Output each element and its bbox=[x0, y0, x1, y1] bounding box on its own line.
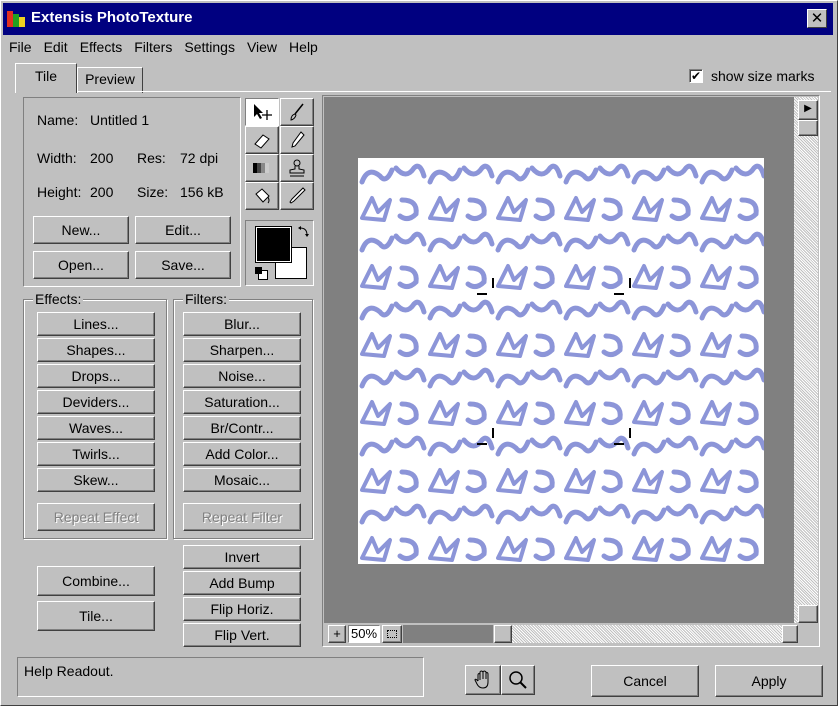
flip-vert-button[interactable]: Flip Vert. bbox=[183, 623, 301, 647]
filter-repeat-button[interactable]: Repeat Filter bbox=[183, 503, 301, 531]
flip-horiz-button[interactable]: Flip Horiz. bbox=[183, 597, 301, 621]
swap-icon[interactable] bbox=[297, 225, 311, 239]
hand-tool-button[interactable] bbox=[465, 665, 501, 695]
scroll-right-arrow[interactable]: ▶ bbox=[798, 100, 818, 120]
tab-preview[interactable]: Preview bbox=[77, 67, 143, 93]
size-marks bbox=[477, 278, 631, 445]
effect-button-lines[interactable]: Lines... bbox=[37, 312, 155, 336]
zoom-slider-track[interactable] bbox=[403, 625, 493, 643]
effect-button-skew[interactable]: Skew... bbox=[37, 468, 155, 492]
effect-button-drops[interactable]: Drops... bbox=[37, 364, 155, 388]
effect-repeat-button[interactable]: Repeat Effect bbox=[37, 503, 155, 531]
invert-button[interactable]: Invert bbox=[183, 545, 301, 569]
zoom-menu-icon bbox=[387, 630, 397, 638]
window-title: Extensis PhotoTexture bbox=[31, 9, 193, 26]
tab-tile[interactable]: Tile bbox=[15, 63, 77, 93]
menu-bar: File Edit Effects Filters Settings View Help bbox=[3, 37, 324, 61]
show-size-marks-checkbox[interactable]: ✔ bbox=[689, 69, 703, 83]
eyedropper-icon bbox=[289, 187, 306, 204]
gradient-icon bbox=[253, 163, 269, 173]
title-bar[interactable]: Extensis PhotoTexture ✕ bbox=[3, 3, 833, 35]
filters-title: Filters: bbox=[183, 291, 229, 307]
tool-pencil[interactable] bbox=[280, 126, 314, 154]
combine-button[interactable]: Combine... bbox=[37, 566, 155, 596]
help-readout-box: Help Readout. bbox=[17, 657, 424, 697]
apply-button[interactable]: Apply bbox=[715, 665, 823, 697]
tile-button[interactable]: Tile... bbox=[37, 601, 155, 631]
hscroll-right-button[interactable] bbox=[782, 625, 798, 643]
edit-button[interactable]: Edit... bbox=[135, 216, 231, 244]
scroll-up-button[interactable] bbox=[798, 120, 818, 136]
new-button[interactable]: New... bbox=[33, 216, 129, 244]
tool-eraser[interactable] bbox=[245, 126, 279, 154]
menu-settings[interactable]: Settings bbox=[178, 37, 241, 55]
vertical-scrollbar[interactable] bbox=[794, 97, 818, 623]
tool-gradient[interactable] bbox=[245, 154, 279, 182]
open-button[interactable]: Open... bbox=[33, 251, 129, 279]
close-button[interactable]: ✕ bbox=[807, 9, 827, 28]
zoom-icon bbox=[509, 671, 527, 689]
effect-button-twirls[interactable]: Twirls... bbox=[37, 442, 155, 466]
zoom-menu-button[interactable] bbox=[382, 625, 402, 643]
res-value: 72 dpi bbox=[180, 150, 219, 166]
tool-eyedropper[interactable] bbox=[280, 182, 314, 210]
zoom-value: 50% bbox=[348, 625, 380, 643]
name-value: Untitled 1 bbox=[90, 112, 150, 128]
close-icon: ✕ bbox=[810, 10, 824, 27]
app-logo-icon bbox=[7, 11, 25, 27]
eraser-icon bbox=[254, 134, 270, 149]
res-label: Res: bbox=[137, 150, 166, 166]
default-colors-icon[interactable] bbox=[255, 267, 268, 280]
help-readout-text: Help Readout. bbox=[24, 663, 114, 679]
bucket-icon bbox=[255, 188, 270, 204]
zoom-in-button[interactable]: + bbox=[328, 625, 346, 643]
hscroll-thumb[interactable] bbox=[494, 625, 512, 643]
triangle-right-icon: ▶ bbox=[804, 103, 812, 114]
filter-button-br-contr[interactable]: Br/Contr... bbox=[183, 416, 301, 440]
menu-file[interactable]: File bbox=[3, 37, 38, 55]
scroll-down-button[interactable] bbox=[798, 605, 818, 623]
height-label: Height: bbox=[37, 184, 82, 200]
brush-icon bbox=[290, 103, 304, 121]
cancel-button[interactable]: Cancel bbox=[591, 665, 699, 697]
effect-button-waves[interactable]: Waves... bbox=[37, 416, 155, 440]
menu-edit[interactable]: Edit bbox=[38, 37, 74, 55]
pencil-icon bbox=[291, 131, 305, 148]
hand-icon bbox=[474, 670, 489, 689]
effect-button-deviders[interactable]: Deviders... bbox=[37, 390, 155, 414]
height-value: 200 bbox=[90, 184, 114, 200]
width-label: Width: bbox=[37, 150, 77, 166]
tool-move[interactable] bbox=[245, 98, 279, 126]
size-label: Size: bbox=[137, 184, 169, 200]
effects-title: Effects: bbox=[33, 291, 84, 307]
app-window: Extensis PhotoTexture ✕ File Edit Effects F… bbox=[0, 0, 838, 706]
filter-button-blur[interactable]: Blur... bbox=[183, 312, 301, 336]
add-bump-button[interactable]: Add Bump bbox=[183, 571, 301, 595]
menu-help[interactable]: Help bbox=[283, 37, 324, 55]
check-icon: ✔ bbox=[690, 69, 702, 83]
filter-button-saturation[interactable]: Saturation... bbox=[183, 390, 301, 414]
hscroll-track[interactable] bbox=[512, 625, 782, 643]
save-button[interactable]: Save... bbox=[135, 251, 231, 279]
show-size-marks-label: show size marks bbox=[711, 68, 815, 84]
menu-view[interactable]: View bbox=[241, 37, 283, 55]
menu-effects[interactable]: Effects bbox=[74, 37, 129, 55]
zoom-tool-button[interactable] bbox=[501, 665, 535, 695]
stamp-icon bbox=[289, 159, 305, 177]
filter-button-mosaic[interactable]: Mosaic... bbox=[183, 468, 301, 492]
move-icon bbox=[254, 104, 272, 120]
menu-filters[interactable]: Filters bbox=[128, 37, 178, 55]
tool-brush[interactable] bbox=[280, 98, 314, 126]
size-value: 156 kB bbox=[180, 184, 224, 200]
tool-stamp[interactable] bbox=[280, 154, 314, 182]
effect-button-shapes[interactable]: Shapes... bbox=[37, 338, 155, 362]
filter-button-add-color[interactable]: Add Color... bbox=[183, 442, 301, 466]
width-value: 200 bbox=[90, 150, 114, 166]
foreground-color-swatch[interactable] bbox=[256, 227, 291, 262]
filter-button-sharpen[interactable]: Sharpen... bbox=[183, 338, 301, 362]
tool-bucket[interactable] bbox=[245, 182, 279, 210]
filter-button-noise[interactable]: Noise... bbox=[183, 364, 301, 388]
name-label: Name: bbox=[37, 112, 79, 128]
